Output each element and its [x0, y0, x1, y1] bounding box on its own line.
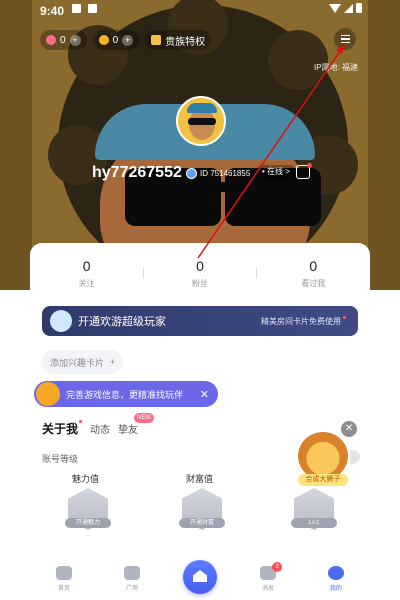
lion-game-promo[interactable] [298, 432, 348, 480]
crown-icon [151, 35, 162, 45]
nav-home[interactable]: 首页 [42, 566, 86, 592]
tab-about[interactable]: 关于我 [42, 420, 82, 437]
nav-me[interactable]: 我的 [314, 566, 358, 592]
stat-value: 0 [82, 258, 91, 274]
stat-label: 关注 [78, 279, 95, 288]
new-badge: NEW [134, 413, 155, 423]
follow-stats: 0 关注 0 粉丝 0 看过我 [30, 258, 370, 289]
id-icon [186, 167, 197, 179]
status-time: 9:40 [40, 4, 65, 18]
tab-friends[interactable]: 挚友 NEW [118, 413, 155, 436]
account-level-label: 账号等级 [42, 454, 79, 464]
wealth-label: 财富值 [186, 474, 214, 484]
nav-label: 消息 [261, 586, 274, 592]
add-gem-icon[interactable]: + [69, 34, 81, 46]
unread-badge: 3 [272, 562, 282, 572]
currency-bar: 0 + 0 + 贵族特权 [40, 30, 212, 50]
gamepad-icon [56, 566, 72, 580]
hero-side-band-left [0, 0, 32, 290]
planet-icon [124, 566, 140, 580]
stat-value: 0 [309, 258, 318, 274]
nav-label: 首页 [57, 586, 70, 592]
tab-friends-label: 挚友 [118, 425, 139, 436]
profile-tabs: 关于我 动态 挚友 NEW [42, 413, 155, 437]
charm-level-caption: 开通魅力 [65, 518, 111, 528]
avatar-glasses [188, 118, 216, 125]
charm-label: 魅力值 [72, 474, 100, 484]
game-info-tip[interactable]: 完善游戏信息，更精准找玩伴 ✕ [34, 381, 218, 407]
signal-icon [344, 3, 353, 13]
vip-label: 贵族特权 [165, 36, 206, 48]
menu-icon-line [340, 41, 350, 44]
stat-divider [256, 268, 257, 278]
coin-count: 0 [112, 34, 119, 46]
nav-square[interactable]: 广场 [110, 566, 154, 592]
gem-balance[interactable]: 0 + [40, 30, 87, 50]
megaphone-icon [36, 382, 60, 406]
tab-moments[interactable]: 动态 [90, 421, 110, 436]
close-icon[interactable]: ✕ [341, 421, 357, 437]
interest-card-label: 添加兴趣卡片 [50, 357, 105, 368]
nav-messages[interactable]: 3 消息 [246, 562, 290, 592]
notification-icon [72, 4, 81, 13]
ip-location: IP属地: 福建 [313, 63, 358, 72]
menu-icon-line [340, 38, 350, 40]
hero-side-band-right [368, 0, 400, 290]
gem-icon [46, 35, 56, 45]
stat-label: 看过我 [301, 279, 326, 288]
stat-label: 粉丝 [191, 279, 208, 288]
hero-glasses-bridge [215, 182, 231, 192]
stat-following[interactable]: 0 关注 [30, 258, 143, 289]
account-level-caption: Lv.1 [291, 518, 337, 528]
user-id: ID 751461855 [200, 168, 251, 178]
mascot-icon [50, 310, 72, 332]
lion-promo-label: 合成大狮子 [298, 474, 348, 486]
avatar-hair [187, 103, 217, 113]
status-bar: 9:40 [0, 0, 400, 20]
nav-label: 我的 [329, 586, 342, 592]
vip-privilege-button[interactable]: 贵族特权 [145, 30, 212, 50]
edit-profile-icon[interactable] [296, 163, 312, 179]
home-center-button[interactable] [183, 560, 217, 594]
wealth-level-caption: 开通财富 [179, 518, 225, 528]
add-interest-card-button[interactable]: 添加兴趣卡片 + [42, 350, 124, 374]
banner-subtitle: 精美房间卡片免费使用 [261, 316, 346, 327]
username: hy77267552 [92, 164, 182, 181]
coin-balance[interactable]: 0 + [92, 30, 140, 50]
banner-title: 开通欢游超级玩家 [78, 316, 166, 328]
coin-icon [98, 35, 109, 45]
close-icon[interactable]: ✕ [200, 388, 209, 401]
stat-divider [143, 268, 144, 278]
stat-followers[interactable]: 0 粉丝 [143, 258, 256, 289]
gem-count: 0 [60, 34, 66, 46]
wifi-icon [329, 3, 341, 13]
stat-value: 0 [196, 258, 204, 274]
notification-icon [88, 4, 97, 13]
add-coin-icon[interactable]: + [122, 34, 134, 46]
hair-curl [268, 30, 328, 90]
stat-visitors[interactable]: 0 看过我 [257, 258, 370, 289]
user-id-badge[interactable]: ID 751461855 [186, 166, 250, 180]
menu-icon-line [340, 34, 350, 37]
online-status[interactable]: • 在线 > [256, 165, 296, 179]
battery-icon [356, 3, 362, 13]
nav-label: 广场 [125, 586, 138, 592]
menu-button[interactable] [334, 28, 356, 50]
tip-text: 完善游戏信息，更精准找玩伴 [66, 389, 184, 400]
plus-icon: + [110, 357, 116, 367]
super-player-banner[interactable]: 开通欢游超级玩家 精美房间卡片免费使用 [42, 306, 358, 336]
avatar[interactable] [176, 96, 226, 146]
profile-icon [328, 566, 344, 580]
